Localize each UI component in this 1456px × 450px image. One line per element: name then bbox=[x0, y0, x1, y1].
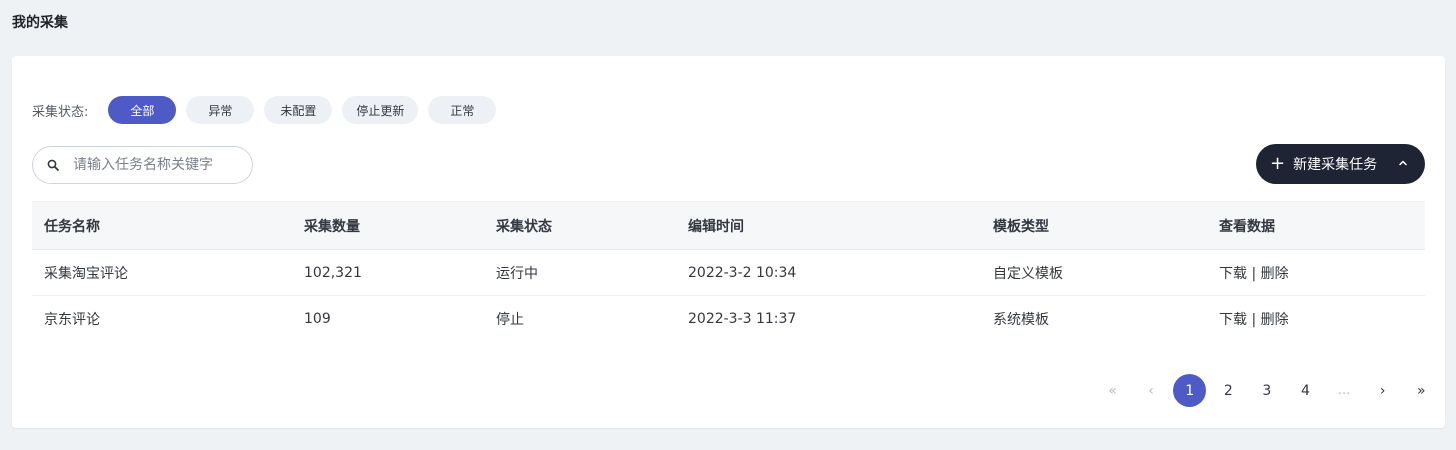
chip-normal[interactable]: 正常 bbox=[428, 96, 497, 124]
cell-count: 109 bbox=[304, 310, 331, 327]
header-template: 模板类型 bbox=[981, 201, 1207, 250]
search-icon bbox=[47, 159, 59, 171]
chip-stopped-updating[interactable]: 停止更新 bbox=[342, 96, 419, 124]
table-header-row: 任务名称 采集数量 采集状态 编辑时间 模板类型 查看数据 bbox=[32, 201, 1425, 250]
page-button-2[interactable]: 2 bbox=[1212, 374, 1245, 407]
delete-link[interactable]: 删除 bbox=[1261, 266, 1289, 282]
cell-count: 102,321 bbox=[292, 249, 484, 296]
page-title: 我的采集 bbox=[12, 15, 68, 31]
page-ellipsis: ... bbox=[1337, 383, 1351, 398]
action-separator: | bbox=[1251, 311, 1257, 328]
cell-template: 系统模板 bbox=[993, 311, 1049, 328]
collection-card: 采集状态: 全部 异常 未配置 停止更新 正常 + 新建采集任务 任务名称 采集… bbox=[12, 56, 1445, 428]
header-edit-time: 编辑时间 bbox=[676, 201, 981, 250]
page-button-3[interactable]: 3 bbox=[1250, 374, 1283, 407]
chevron-up-icon[interactable] bbox=[1397, 157, 1409, 169]
table-row: 采集淘宝评论 102,321 运行中 2022-3-2 10:34 自定义模板 … bbox=[32, 249, 1425, 296]
cell-status: 运行中 bbox=[484, 249, 676, 296]
plus-icon: + bbox=[1270, 153, 1286, 174]
header-task-name: 任务名称 bbox=[32, 201, 292, 250]
cell-task-name: 采集淘宝评论 bbox=[32, 249, 292, 296]
search-box bbox=[32, 146, 253, 184]
prev-page-button[interactable]: ‹ bbox=[1135, 374, 1168, 407]
header-count: 采集数量 bbox=[292, 201, 484, 250]
last-page-button[interactable]: » bbox=[1405, 374, 1438, 407]
cell-actions: 下载 | 删除 bbox=[1207, 249, 1425, 296]
pagination: « ‹ 1 2 3 4 ... › » bbox=[1096, 374, 1443, 407]
delete-link[interactable]: 删除 bbox=[1261, 312, 1289, 328]
chip-all[interactable]: 全部 bbox=[108, 96, 177, 124]
new-task-button[interactable]: + 新建采集任务 bbox=[1256, 144, 1425, 184]
chip-error[interactable]: 异常 bbox=[186, 96, 255, 124]
cell-status: 停止 bbox=[496, 311, 524, 328]
page-button-4[interactable]: 4 bbox=[1289, 374, 1322, 407]
first-page-button[interactable]: « bbox=[1096, 374, 1129, 407]
header-status: 采集状态 bbox=[484, 201, 676, 250]
new-task-label: 新建采集任务 bbox=[1293, 157, 1378, 173]
cell-template: 自定义模板 bbox=[981, 249, 1207, 296]
cell-edit-time: 2022-3-2 10:34 bbox=[676, 249, 981, 296]
cell-actions: 下载 | 删除 bbox=[1207, 296, 1425, 342]
next-page-button[interactable]: › bbox=[1366, 374, 1399, 407]
table-row: 京东评论 109 停止 2022-3-3 11:37 系统模板 下载 | 删除 bbox=[32, 296, 1425, 342]
page-button-1[interactable]: 1 bbox=[1173, 374, 1207, 407]
download-link[interactable]: 下载 bbox=[1219, 266, 1247, 282]
chip-unconfigured[interactable]: 未配置 bbox=[264, 96, 333, 124]
action-separator: | bbox=[1251, 265, 1257, 282]
header-view-data: 查看数据 bbox=[1207, 201, 1425, 250]
cell-edit-time: 2022-3-3 11:37 bbox=[688, 310, 797, 327]
status-filter-label: 采集状态: bbox=[32, 104, 89, 120]
search-input[interactable] bbox=[73, 157, 223, 173]
download-link[interactable]: 下载 bbox=[1219, 312, 1247, 328]
status-filter: 采集状态: 全部 异常 未配置 停止更新 正常 bbox=[32, 96, 506, 124]
cell-task-name: 京东评论 bbox=[44, 311, 100, 328]
task-table: 任务名称 采集数量 采集状态 编辑时间 模板类型 查看数据 采集淘宝评论 102… bbox=[32, 201, 1425, 342]
